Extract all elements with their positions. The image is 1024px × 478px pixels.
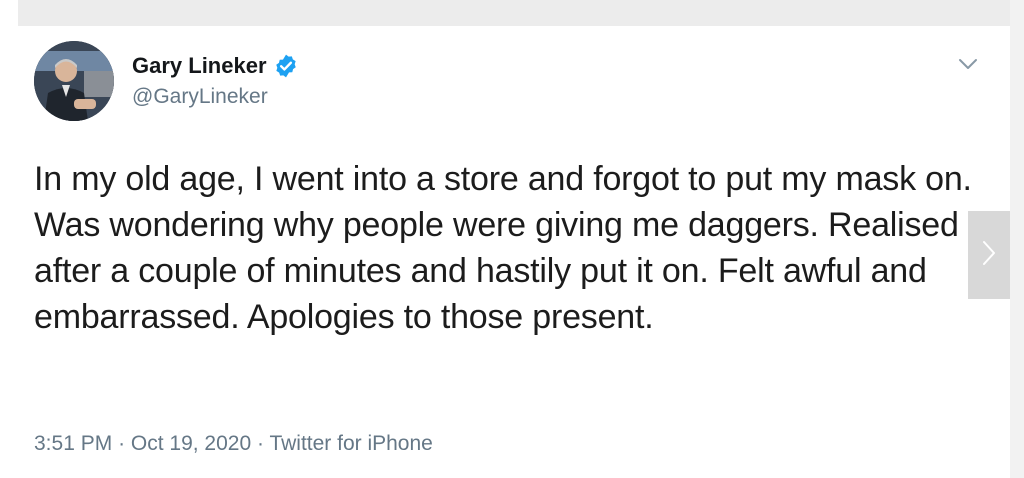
author-name[interactable]: Gary Lineker [132, 52, 267, 80]
top-band [18, 0, 1010, 26]
verified-badge-icon [273, 53, 299, 79]
tweet-text: In my old age, I went into a store and f… [34, 160, 972, 336]
avatar[interactable] [34, 41, 114, 121]
meta-separator: · [118, 432, 131, 455]
author-name-row: Gary Lineker [132, 52, 299, 80]
author-handle[interactable]: @GaryLineker [132, 84, 268, 110]
chevron-right-icon [980, 238, 998, 273]
tweet-meta: 3:51 PM · Oct 19, 2020 · Twitter for iPh… [34, 430, 433, 458]
chevron-down-icon[interactable] [956, 56, 980, 72]
tweet-source[interactable]: Twitter for iPhone [269, 432, 432, 455]
tweet-date[interactable]: Oct 19, 2020 [131, 432, 251, 455]
right-edge-strip [1010, 0, 1024, 478]
tweet-time[interactable]: 3:51 PM [34, 432, 112, 455]
meta-separator: · [256, 432, 270, 455]
tweet-card: Gary Lineker @GaryLineker In my old age,… [18, 26, 1010, 478]
next-button[interactable] [968, 211, 1010, 299]
